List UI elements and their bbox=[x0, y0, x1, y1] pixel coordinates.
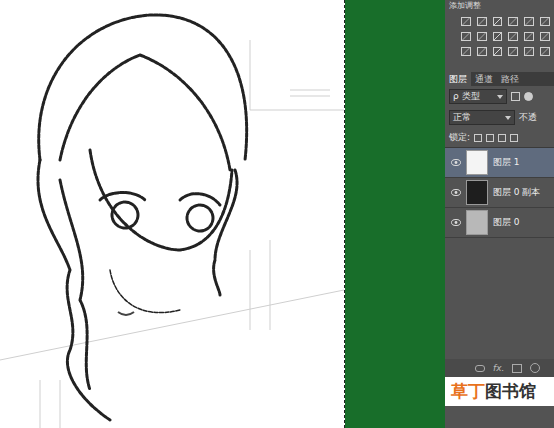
adjustments-title: 添加调整 bbox=[449, 1, 550, 11]
watermark: 草丁图书馆 bbox=[445, 377, 554, 406]
layer-row[interactable]: 图层 0 bbox=[445, 208, 554, 238]
adjustment-icon[interactable] bbox=[524, 17, 534, 26]
adjustment-icon[interactable] bbox=[540, 32, 550, 41]
lock-label: 锁定: bbox=[449, 131, 470, 144]
layer-thumbnail bbox=[466, 180, 488, 205]
adjustment-icon-row bbox=[461, 17, 550, 26]
panel-tab[interactable]: 通道 bbox=[471, 72, 497, 86]
girl-sketch-artwork bbox=[0, 0, 344, 428]
adjustment-icon[interactable] bbox=[461, 17, 471, 26]
layer-name: 图层 1 bbox=[493, 156, 520, 169]
adjustment-icon[interactable] bbox=[477, 47, 487, 56]
adjustment-icon[interactable] bbox=[493, 47, 503, 56]
lock-row: 锁定: bbox=[445, 128, 554, 147]
mask-icon[interactable] bbox=[512, 364, 522, 373]
adjustment-icon[interactable] bbox=[524, 47, 534, 56]
filter-dropdown[interactable]: ρ 类型 bbox=[449, 89, 507, 104]
adjustment-layer-icon[interactable] bbox=[530, 363, 540, 373]
lock-pixels-icon[interactable] bbox=[474, 134, 482, 142]
adjustment-icon[interactable] bbox=[524, 32, 534, 41]
dropdown-arrow-icon bbox=[505, 116, 511, 120]
layer-list: 图层 1 图层 0 副本图层 0 bbox=[445, 147, 554, 238]
adjustment-icon[interactable] bbox=[461, 47, 471, 56]
panel-tab[interactable]: 路径 bbox=[497, 72, 523, 86]
dropdown-arrow-icon bbox=[497, 95, 503, 99]
photoshop-window: 添加调整图层通道路径 ρ 类型正常不透锁定: 图层 1 图层 0 副本图层 0 fx. 草… bbox=[0, 0, 554, 428]
adjustment-icon-row bbox=[461, 32, 550, 41]
layer-name: 图层 0 bbox=[493, 216, 520, 229]
adjustment-icon[interactable] bbox=[477, 32, 487, 41]
layer-row[interactable]: 图层 1 bbox=[445, 148, 554, 178]
layer-row[interactable]: 图层 0 副本 bbox=[445, 178, 554, 208]
image-filter-icon[interactable] bbox=[511, 92, 520, 101]
adjustment-icon[interactable] bbox=[493, 17, 503, 26]
adjustment-icon[interactable] bbox=[493, 32, 503, 41]
adjustment-icon[interactable] bbox=[508, 47, 518, 56]
filter-row: ρ 类型 bbox=[445, 86, 554, 107]
adjustment-icon[interactable] bbox=[540, 47, 550, 56]
eye-icon[interactable] bbox=[451, 159, 461, 166]
adjustment-icon-row bbox=[461, 47, 550, 56]
lock-move-icon[interactable] bbox=[498, 134, 506, 142]
canvas[interactable] bbox=[0, 0, 345, 428]
eye-icon[interactable] bbox=[451, 219, 461, 226]
layers-footer: fx. bbox=[445, 359, 554, 377]
layer-thumbnail bbox=[466, 150, 488, 175]
layers-tabs: 图层通道路径 bbox=[445, 72, 554, 86]
adjustment-icon[interactable] bbox=[477, 17, 487, 26]
lock-paint-icon[interactable] bbox=[486, 134, 494, 142]
watermark-text: 草丁 bbox=[451, 381, 485, 401]
side-panel: 添加调整图层通道路径 ρ 类型正常不透锁定: 图层 1 图层 0 副本图层 0 fx. 草… bbox=[445, 0, 554, 428]
pasteboard bbox=[345, 0, 445, 428]
eye-icon[interactable] bbox=[451, 189, 461, 196]
blend-row: 正常不透 bbox=[445, 107, 554, 128]
layer-name: 图层 0 副本 bbox=[493, 186, 540, 199]
opacity-label: 不透 bbox=[519, 111, 537, 124]
adjustment-icon[interactable] bbox=[461, 32, 471, 41]
fx-button[interactable]: fx. bbox=[493, 363, 504, 373]
adjustment-icon[interactable] bbox=[508, 17, 518, 26]
link-icon[interactable] bbox=[475, 365, 485, 372]
adjustments-panel: 添加调整 bbox=[445, 0, 554, 72]
watermark-text: 图书馆 bbox=[485, 381, 536, 401]
adjustment-filter-icon[interactable] bbox=[524, 92, 533, 101]
adjustment-icon[interactable] bbox=[540, 17, 550, 26]
panel-tab[interactable]: 图层 bbox=[445, 72, 471, 86]
blend-mode-dropdown[interactable]: 正常 bbox=[449, 110, 515, 125]
layer-thumbnail bbox=[466, 210, 488, 235]
lock-all-icon[interactable] bbox=[510, 134, 518, 142]
adjustment-icon[interactable] bbox=[508, 32, 518, 41]
